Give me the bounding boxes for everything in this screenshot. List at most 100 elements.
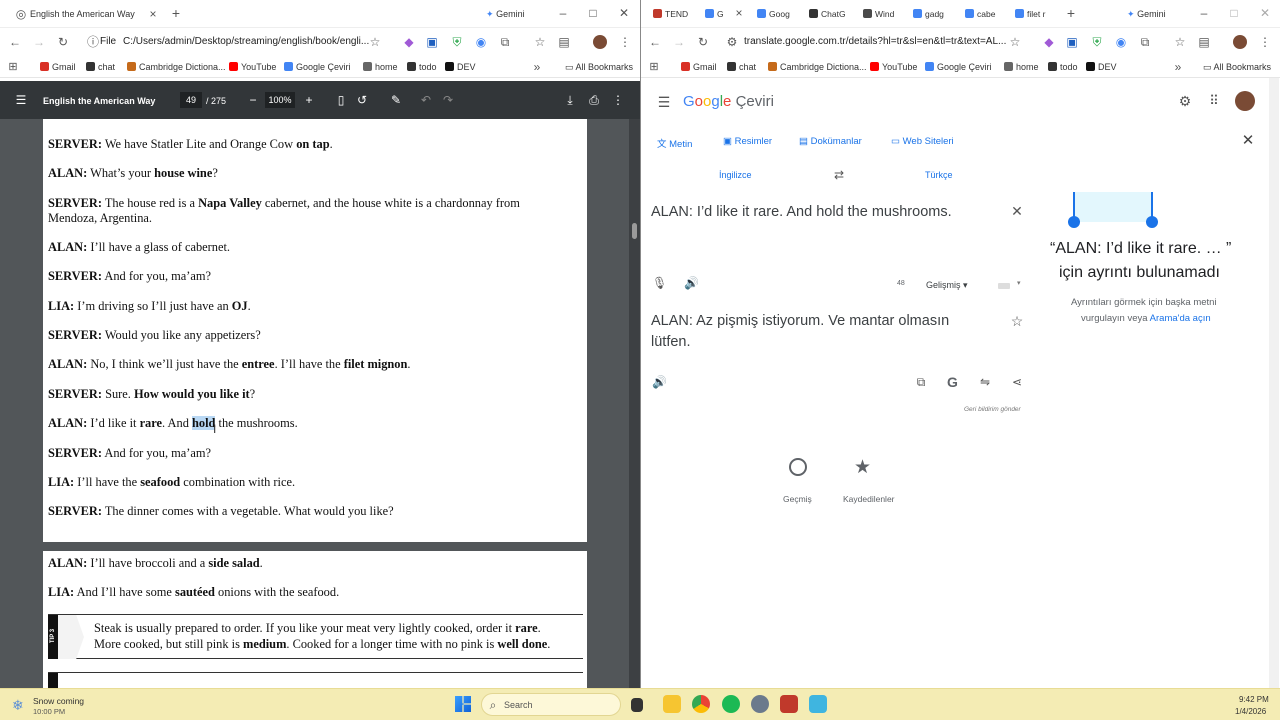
close-window-button[interactable]: ✕	[1258, 6, 1272, 20]
bookmark-item[interactable]: YouTube	[870, 61, 917, 73]
rotate-icon[interactable]: ↺	[355, 93, 369, 107]
close-tab-icon[interactable]: ×	[146, 7, 160, 21]
scrollbar-track[interactable]	[629, 119, 640, 688]
source-text-input[interactable]: ALAN: I’d like it rare. And hold the mus…	[651, 204, 952, 220]
undo-icon[interactable]: ↶	[419, 93, 433, 107]
google-search-icon[interactable]: G	[947, 374, 958, 390]
more-bookmarks-icon[interactable]: »	[1171, 60, 1185, 74]
bookmark-item[interactable]: DEV	[445, 61, 476, 73]
history-icon[interactable]	[789, 458, 807, 476]
bookmark-icon[interactable]: ☆	[533, 35, 547, 49]
side-panel-icon[interactable]: ▤	[1197, 35, 1211, 49]
active-tab[interactable]: ◎ English the American Way ×	[6, 3, 164, 25]
speaker-icon[interactable]: 🔊	[652, 375, 667, 389]
bookmark-item[interactable]: Cambridge Dictiona...	[127, 61, 226, 73]
bookmark-item[interactable]: Google Çeviri	[284, 61, 351, 73]
bookmark-item[interactable]: todo	[1048, 61, 1078, 73]
file-explorer-icon[interactable]	[663, 695, 681, 713]
side-panel-icon[interactable]: ▤	[557, 35, 571, 49]
speaker-icon[interactable]: 🔊	[684, 276, 699, 290]
bookmark-item[interactable]: home	[1004, 61, 1039, 73]
hamburger-menu-icon[interactable]: ☰	[14, 93, 28, 107]
alternatives-icon[interactable]: ⇋	[978, 375, 992, 389]
browser-tab[interactable]: gadg	[913, 7, 944, 21]
apps-icon[interactable]: ⊞	[647, 60, 661, 74]
close-details-icon[interactable]: ✕	[1241, 133, 1255, 148]
new-tab-button[interactable]: +	[169, 6, 183, 20]
gemini-button[interactable]: ✦ Gemini	[1127, 7, 1166, 21]
mode-tab[interactable]: ▤ Dokümanlar	[799, 136, 862, 147]
bookmark-item[interactable]: Gmail	[681, 61, 717, 73]
saved-star-icon[interactable]: ★	[854, 456, 871, 479]
back-icon[interactable]: ←	[648, 35, 662, 49]
forward-icon[interactable]: →	[32, 35, 46, 49]
gemini-button[interactable]: ✦ Gemini	[486, 7, 525, 21]
extension-icon[interactable]: ▣	[425, 35, 439, 49]
mode-tab[interactable]: ▭ Web Siteleri	[891, 136, 954, 147]
settings-icon[interactable]	[751, 695, 769, 713]
browser-tab[interactable]: TEND	[653, 7, 688, 21]
task-view-icon[interactable]	[631, 698, 643, 712]
menu-icon[interactable]: ⋮	[1258, 35, 1272, 49]
recorder-icon[interactable]	[780, 695, 798, 713]
omnibox[interactable]: ⓘ File C:/Users/admin/Desktop/streaming/…	[80, 32, 380, 52]
avatar[interactable]	[1233, 35, 1247, 49]
swap-languages-icon[interactable]: ⇄	[832, 168, 846, 182]
zoom-out-button[interactable]: −	[246, 93, 260, 107]
zoom-in-button[interactable]: +	[302, 93, 316, 107]
clock-date[interactable]: 1/4/2026	[1235, 705, 1266, 719]
avatar[interactable]	[593, 35, 607, 49]
browser-tab[interactable]: cabe	[965, 7, 995, 21]
puzzle-icon[interactable]: ⧉	[1138, 35, 1152, 49]
bookmark-item[interactable]: YouTube	[229, 61, 276, 73]
download-icon[interactable]: ⤓	[563, 93, 577, 107]
forward-icon[interactable]: →	[672, 35, 686, 49]
maximize-button[interactable]: □	[1227, 6, 1241, 20]
translation-mode-select[interactable]: Gelişmiş ▾	[926, 280, 968, 291]
chrome-icon[interactable]	[692, 695, 710, 713]
copy-icon[interactable]: ⧉	[914, 375, 928, 389]
reload-icon[interactable]: ↻	[56, 35, 70, 49]
new-tab-button[interactable]: +	[1064, 6, 1078, 20]
bookmark-item[interactable]: chat	[86, 61, 115, 73]
all-bookmarks[interactable]: ▭ All Bookmarks	[565, 61, 633, 73]
scrollbar-thumb[interactable]	[632, 223, 637, 239]
star-icon[interactable]: ☆	[368, 35, 382, 49]
bookmark-icon[interactable]: ☆	[1173, 35, 1187, 49]
send-feedback-link[interactable]: Geri bildirim gönder	[964, 406, 1021, 413]
bookmark-item[interactable]: todo	[407, 61, 437, 73]
minimize-button[interactable]: –	[1197, 6, 1211, 20]
bookmark-item[interactable]: Cambridge Dictiona...	[768, 61, 867, 73]
more-bookmarks-icon[interactable]: »	[530, 60, 544, 74]
source-language-tab[interactable]: İngilizce	[719, 170, 752, 180]
account-avatar[interactable]	[1235, 91, 1255, 111]
window-divider[interactable]	[640, 0, 641, 688]
apps-icon[interactable]: ⊞	[6, 60, 20, 74]
settings-icon[interactable]: ⚙	[1178, 94, 1192, 108]
close-tab-icon[interactable]: ×	[732, 6, 746, 20]
print-icon[interactable]: ⎙	[587, 93, 601, 107]
more-options-icon[interactable]: ⋮	[611, 93, 625, 107]
page-number-input[interactable]: 49	[180, 92, 202, 108]
clear-text-icon[interactable]: ✕	[1010, 204, 1024, 218]
spotify-icon[interactable]	[722, 695, 740, 713]
shield-icon[interactable]: ⛨	[1090, 35, 1104, 49]
weather-icon[interactable]: ❄	[12, 697, 24, 714]
keyboard-icon[interactable]	[998, 283, 1010, 289]
browser-tab[interactable]: ChatG	[809, 7, 846, 21]
back-icon[interactable]: ←	[8, 35, 22, 49]
fit-page-icon[interactable]: ▯	[334, 93, 348, 107]
extension-icon[interactable]: ◉	[474, 35, 488, 49]
open-in-search-link[interactable]: Arama'da açın	[1150, 313, 1211, 324]
browser-tab[interactable]: filet r	[1015, 7, 1045, 21]
browser-tab[interactable]: Goog	[757, 7, 790, 21]
extension-icon[interactable]: ◆	[402, 35, 416, 49]
bookmark-item[interactable]: DEV	[1086, 61, 1117, 73]
history-label[interactable]: Geçmiş	[783, 494, 812, 504]
shield-icon[interactable]: ⛨	[450, 35, 464, 49]
zoom-level[interactable]: 100%	[265, 92, 295, 108]
apps-grid-icon[interactable]: ⠿	[1207, 94, 1221, 108]
omnibox[interactable]: ⚙ translate.google.com.tr/details?hl=tr&…	[721, 32, 1021, 52]
share-icon[interactable]: ⋖	[1010, 375, 1024, 389]
microphone-icon[interactable]: 🎙	[652, 276, 667, 290]
